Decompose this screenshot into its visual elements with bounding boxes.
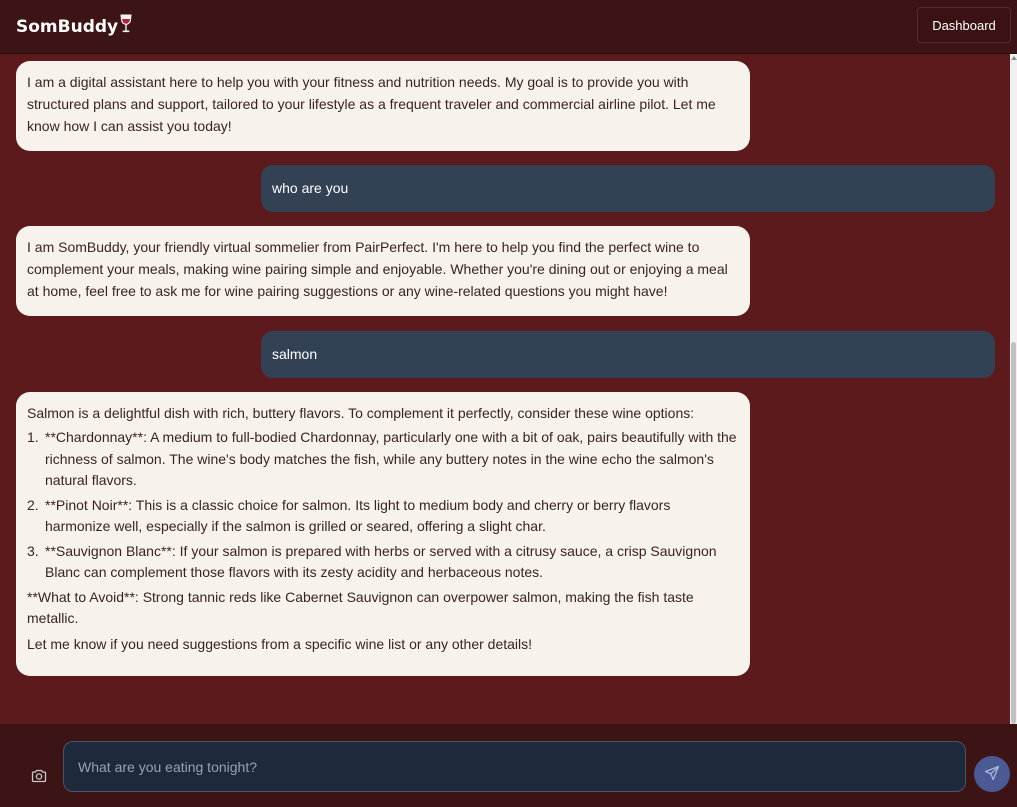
user-message: who are you (261, 165, 995, 212)
list-text: **Chardonnay**: A medium to full-bodied … (45, 429, 737, 488)
list-number: 1. (27, 429, 39, 445)
message-text: I am SomBuddy, your friendly virtual som… (27, 239, 728, 299)
message-text: who are you (272, 180, 349, 196)
assistant-message: I am SomBuddy, your friendly virtual som… (16, 226, 750, 316)
list-number: 3. (27, 542, 39, 559)
assistant-message: I am a digital assistant here to help yo… (16, 61, 750, 151)
list-text: **Pinot Noir**: This is a classic choice… (45, 496, 671, 535)
list-number: 2. (27, 496, 39, 513)
message-text: salmon (272, 346, 318, 362)
scrollbar-thumb[interactable] (1011, 342, 1016, 724)
user-message: salmon (261, 331, 995, 378)
send-button[interactable] (974, 756, 1010, 792)
list-text: **Sauvignon Blanc**: If your salmon is p… (45, 542, 717, 581)
scroll-up-arrow-icon[interactable] (1011, 56, 1017, 60)
brand-name: SomBuddy (16, 16, 119, 37)
camera-icon[interactable] (31, 768, 47, 783)
list-item: 2. **Pinot Noir**: This is a classic cho… (27, 495, 738, 538)
assistant-message: Salmon is a delightful dish with rich, b… (16, 392, 750, 676)
list-item: 1. **Chardonnay**: A medium to full-bodi… (27, 427, 738, 492)
dashboard-button[interactable]: Dashboard (917, 7, 1011, 43)
list-item: 3. **Sauvignon Blanc**: If your salmon i… (27, 541, 738, 584)
send-icon (984, 765, 1000, 784)
message-text: I am a digital assistant here to help yo… (27, 74, 716, 134)
wine-glass-icon (119, 14, 133, 39)
closing-text: Let me know if you need suggestions from… (27, 635, 533, 652)
composer-bar (0, 724, 1017, 807)
avoid-note: **What to Avoid**: Strong tannic reds li… (27, 588, 694, 626)
app-header: SomBuddy Dashboard (0, 0, 1017, 54)
message-input[interactable] (63, 741, 966, 792)
chat-scrollbar[interactable] (1010, 54, 1017, 724)
message-intro: Salmon is a delightful dish with rich, b… (27, 405, 695, 421)
wine-options-list: 1. **Chardonnay**: A medium to full-bodi… (27, 427, 738, 584)
chat-thread[interactable]: I am a digital assistant here to help yo… (0, 54, 1010, 724)
brand[interactable]: SomBuddy (16, 14, 133, 39)
